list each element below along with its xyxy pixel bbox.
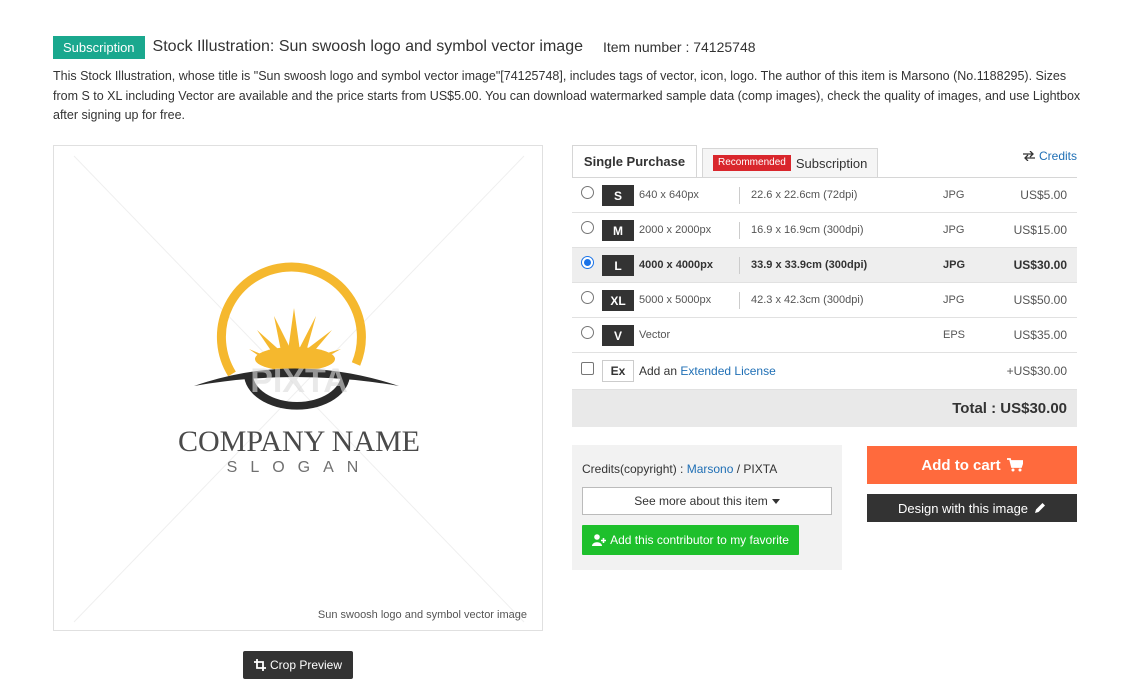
tab-subscription-label: Subscription [795, 155, 868, 171]
watermark: PIXTA [250, 362, 348, 400]
credits-separator: / [733, 462, 744, 476]
size-row-v[interactable]: V Vector EPS US$35.00 [572, 318, 1077, 353]
extended-license-text: Add an Extended License [639, 364, 776, 378]
crop-icon [253, 659, 266, 671]
size-badge: M [602, 220, 634, 241]
add-to-cart-label: Add to cart [921, 456, 1001, 474]
size-radio-l[interactable] [581, 256, 594, 269]
tab-subscription[interactable]: Recommended Subscription [702, 148, 878, 177]
tab-single-purchase-label: Single Purchase [583, 154, 686, 169]
size-badge: S [602, 185, 634, 206]
size-format: JPG [943, 294, 965, 306]
see-more-label: See more about this item [634, 494, 768, 508]
credits-box: Credits(copyright) : Marsono / PIXTA See… [572, 445, 842, 570]
cart-icon [1006, 458, 1023, 472]
crop-preview-label: Crop Preview [269, 658, 343, 672]
credits-link-label: Credits [1038, 149, 1077, 163]
design-with-image-label: Design with this image [897, 500, 1029, 516]
slogan: SLOGAN [227, 459, 372, 476]
item-description: This Stock Illustration, whose title is … [53, 69, 1081, 122]
size-cm: 22.6 x 22.6cm (72dpi) [751, 189, 858, 201]
size-price: US$5.00 [1020, 188, 1067, 202]
size-cm: 16.9 x 16.9cm (300dpi) [751, 224, 864, 236]
credits-link[interactable]: Credits [1022, 149, 1077, 163]
size-badge: V [602, 325, 634, 346]
divider [739, 257, 740, 274]
size-badge: XL [602, 290, 634, 311]
tab-single-purchase[interactable]: Single Purchase [572, 145, 697, 177]
size-radio-xl[interactable] [581, 291, 594, 304]
size-price: US$15.00 [1013, 223, 1067, 237]
credits-copyright: Credits(copyright) : Marsono / PIXTA [582, 462, 777, 476]
size-format: EPS [943, 329, 966, 341]
image-preview[interactable]: PIXTA COMPANY NAME SLOGAN Sun swoosh log… [53, 145, 543, 631]
size-price: US$35.00 [1013, 328, 1067, 342]
size-price: US$50.00 [1013, 293, 1067, 307]
divider [739, 222, 740, 239]
title-row: Subscription Stock Illustration: Sun swo… [53, 35, 756, 59]
divider [739, 292, 740, 309]
pencil-icon [1035, 503, 1046, 513]
recommended-badge: Recommended [713, 155, 791, 171]
extended-license-link[interactable]: Extended License [680, 364, 775, 378]
company-name: COMPANY NAME [178, 425, 420, 458]
sun-icon [216, 262, 366, 377]
subscription-badge: Subscription [53, 35, 145, 59]
credits-label: Credits(copyright) : [582, 462, 687, 476]
extended-license-checkbox[interactable] [581, 362, 594, 375]
size-cm: 42.3 x 42.3cm (300dpi) [751, 294, 864, 306]
logo-preview-image: PIXTA COMPANY NAME SLOGAN [73, 155, 525, 623]
item-number: Item number : 74125748 [602, 39, 756, 55]
author-link[interactable]: Marsono [687, 462, 734, 476]
extended-license-price: +US$30.00 [1006, 364, 1067, 378]
agency-name: PIXTA [743, 462, 778, 476]
divider [739, 187, 740, 204]
page-title: Stock Illustration: Sun swoosh logo and … [152, 38, 583, 55]
caret-down-icon [771, 498, 780, 504]
size-radio-m[interactable] [581, 221, 594, 234]
size-cm: 33.9 x 33.9cm (300dpi) [751, 259, 868, 271]
size-price: US$30.00 [1013, 258, 1067, 272]
see-more-button[interactable]: See more about this item [582, 487, 832, 515]
size-format: JPG [943, 224, 965, 236]
size-row-xl[interactable]: XL 5000 x 5000px 42.3 x 42.3cm (300dpi) … [572, 283, 1077, 318]
size-row-s[interactable]: S 640 x 640px 22.6 x 22.6cm (72dpi) JPG … [572, 178, 1077, 213]
size-px: Vector [639, 329, 671, 341]
user-plus-icon [592, 534, 607, 546]
purchase-tabs: Single Purchase Recommended Subscription… [572, 145, 1077, 177]
add-to-cart-button[interactable]: Add to cart [867, 446, 1077, 484]
extended-license-row[interactable]: Ex Add an Extended License +US$30.00 [572, 353, 1077, 390]
size-radio-s[interactable] [581, 186, 594, 199]
size-px: 640 x 640px [639, 189, 699, 201]
add-favorite-label: Add this contributor to my favorite [610, 533, 789, 547]
ex-badge: Ex [602, 360, 634, 382]
extended-license-prefix: Add an [639, 364, 681, 378]
total-row: Total : US$30.00 [572, 390, 1077, 427]
size-row-m[interactable]: M 2000 x 2000px 16.9 x 16.9cm (300dpi) J… [572, 213, 1077, 248]
size-radio-v[interactable] [581, 326, 594, 339]
size-format: JPG [943, 189, 965, 201]
crop-preview-button[interactable]: Crop Preview [243, 651, 353, 679]
size-row-l[interactable]: L 4000 x 4000px 33.9 x 33.9cm (300dpi) J… [572, 248, 1077, 283]
size-px: 2000 x 2000px [639, 224, 712, 236]
size-px: 5000 x 5000px [639, 294, 712, 306]
preview-caption: Sun swoosh logo and symbol vector image [317, 609, 527, 621]
size-px: 4000 x 4000px [639, 259, 714, 271]
size-format: JPG [943, 259, 966, 271]
design-with-image-button[interactable]: Design with this image [867, 494, 1077, 522]
exchange-icon [1022, 151, 1035, 161]
total-price: Total : US$30.00 [952, 400, 1067, 417]
add-favorite-button[interactable]: Add this contributor to my favorite [582, 525, 799, 555]
size-table: S 640 x 640px 22.6 x 22.6cm (72dpi) JPG … [572, 177, 1077, 427]
size-badge: L [602, 255, 634, 276]
